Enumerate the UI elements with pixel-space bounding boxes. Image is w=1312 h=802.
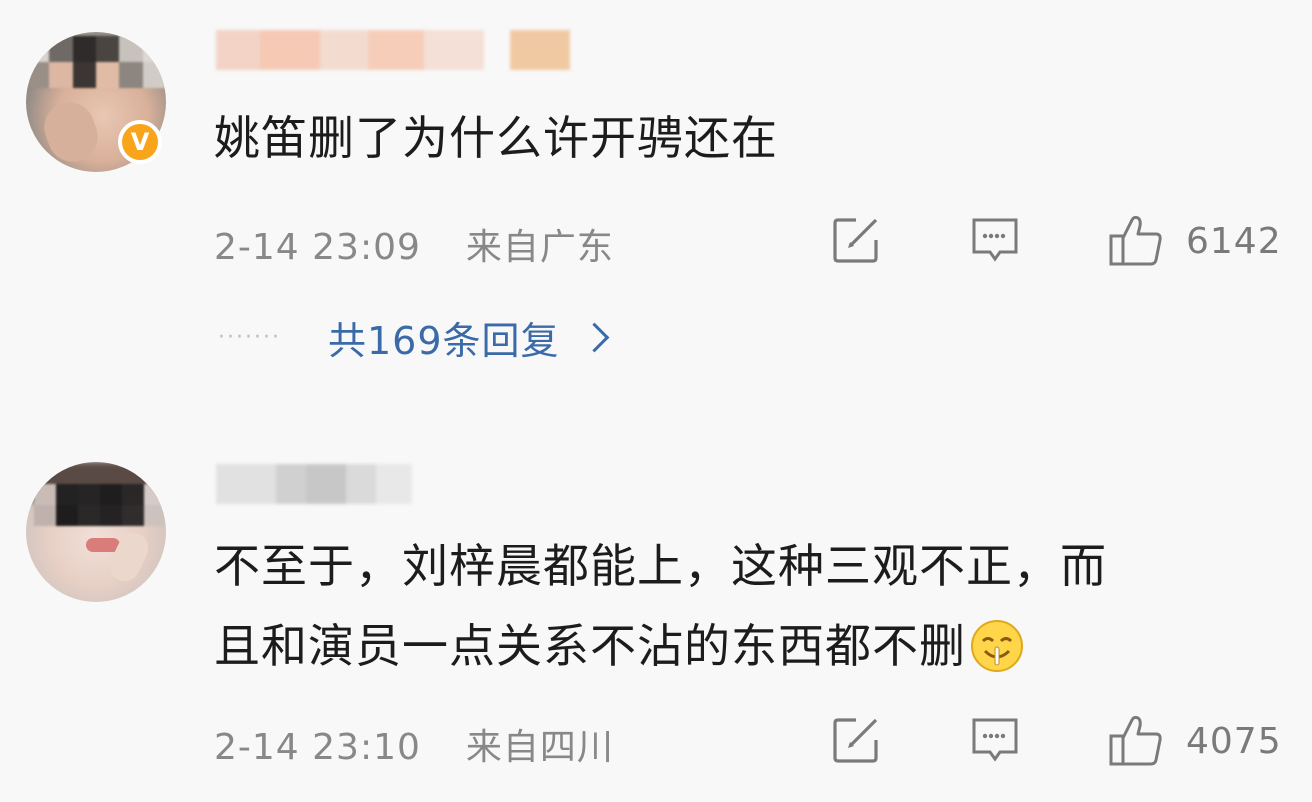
like-count: 4075 — [1186, 720, 1282, 762]
reply-dots: ······· — [218, 325, 281, 350]
username[interactable] — [216, 464, 412, 504]
comment-time: 2-14 23:10 — [214, 727, 421, 768]
like-button[interactable]: 6142 — [1108, 214, 1282, 268]
comment-text: 不至于，刘梓晨都能上，这种三观不正，而 且和演员一点关系不沾的东西都不删 — [214, 526, 1107, 686]
like-count: 6142 — [1186, 220, 1282, 262]
view-replies-link[interactable]: ······· 共169条回复 — [218, 310, 609, 365]
comment-text-line2-content: 且和演员一点关系不沾的东西都不删 — [214, 619, 966, 673]
like-button[interactable]: 4075 — [1108, 714, 1282, 768]
comment-icon — [972, 218, 1018, 262]
share-icon — [833, 218, 878, 263]
comment-item: V 姚笛删了为什么许开骋还在 2-14 23:09 来自广东 6142 ····… — [0, 0, 1312, 400]
verified-badge-icon: V — [118, 120, 162, 164]
comment-text-line1: 不至于，刘梓晨都能上，这种三观不正，而 — [214, 539, 1107, 593]
smirk-emoji-icon — [971, 619, 1023, 672]
avatar[interactable] — [26, 462, 166, 602]
comment-button[interactable] — [970, 714, 1020, 764]
comment-text: 姚笛删了为什么许开骋还在 — [214, 111, 778, 165]
username[interactable] — [216, 30, 570, 70]
comment-location: 来自广东 — [465, 227, 614, 268]
chevron-right-icon — [579, 322, 609, 353]
comment-meta: 2-14 23:09 来自广东 — [214, 218, 614, 270]
reply-count-label[interactable]: 共169条回复 — [328, 310, 560, 365]
share-button[interactable] — [830, 714, 882, 766]
comment-icon — [972, 718, 1018, 762]
comment-time: 2-14 23:09 — [214, 227, 421, 268]
comment-text-line2: 且和演员一点关系不沾的东西都不删 — [214, 606, 1107, 686]
comment-meta: 2-14 23:10 来自四川 — [214, 718, 614, 770]
comment-button[interactable] — [970, 214, 1020, 264]
thumbs-up-icon — [1109, 215, 1162, 266]
comment-location: 来自四川 — [465, 727, 614, 768]
comment-item: 不至于，刘梓晨都能上，这种三观不正，而 且和演员一点关系不沾的东西都不删 2-1… — [0, 430, 1312, 802]
thumbs-up-icon — [1109, 715, 1162, 766]
share-button[interactable] — [830, 214, 882, 266]
share-icon — [833, 718, 878, 763]
